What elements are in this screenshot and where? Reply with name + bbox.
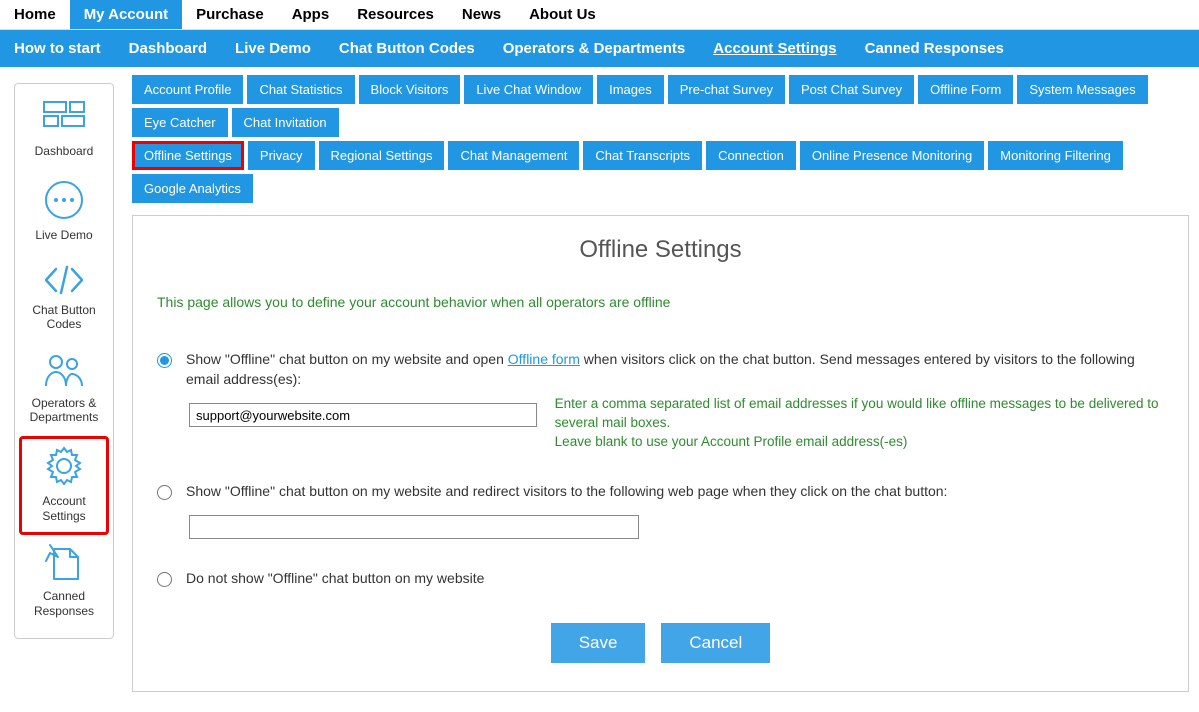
redirect-url-input[interactable] (189, 515, 639, 539)
tab-chat-invitation[interactable]: Chat Invitation (232, 108, 339, 137)
tab-offline-settings[interactable]: Offline Settings (132, 141, 244, 170)
option-offline-form-label: Show "Offline" chat button on my website… (186, 350, 1164, 389)
subnav-live-demo[interactable]: Live Demo (221, 30, 325, 67)
top-nav: HomeMy AccountPurchaseAppsResourcesNewsA… (0, 0, 1199, 30)
topnav-resources[interactable]: Resources (343, 0, 448, 29)
sidebar-item-chat-button-codes[interactable]: Chat Button Codes (15, 255, 113, 344)
subnav-operators-departments[interactable]: Operators & Departments (489, 30, 700, 67)
option-offline-form: Show "Offline" chat button on my website… (157, 350, 1164, 389)
option-redirect-label: Show "Offline" chat button on my website… (186, 482, 1164, 502)
radio-offline-form[interactable] (157, 353, 172, 368)
settings-tabs-row1: Account ProfileChat StatisticsBlock Visi… (132, 75, 1189, 137)
radio-hide[interactable] (157, 572, 172, 587)
tab-images[interactable]: Images (597, 75, 664, 104)
tab-monitoring-filtering[interactable]: Monitoring Filtering (988, 141, 1123, 170)
tab-live-chat-window[interactable]: Live Chat Window (464, 75, 593, 104)
topnav-my-account[interactable]: My Account (70, 0, 182, 29)
tab-regional-settings[interactable]: Regional Settings (319, 141, 445, 170)
tab-system-messages[interactable]: System Messages (1017, 75, 1147, 104)
subnav-how-to-start[interactable]: How to start (0, 30, 115, 67)
topnav-about-us[interactable]: About Us (515, 0, 610, 29)
offline-form-link[interactable]: Offline form (508, 351, 580, 367)
panel-title: Offline Settings (157, 236, 1164, 264)
sidebar-item-label: Live Demo (19, 228, 109, 242)
tab-account-profile[interactable]: Account Profile (132, 75, 243, 104)
tab-block-visitors[interactable]: Block Visitors (359, 75, 461, 104)
content-area: Account ProfileChat StatisticsBlock Visi… (122, 75, 1199, 712)
chat-button-codes-icon (19, 263, 109, 297)
subnav-canned-responses[interactable]: Canned Responses (851, 30, 1018, 67)
topnav-apps[interactable]: Apps (278, 0, 344, 29)
sub-nav: How to startDashboardLive DemoChat Butto… (0, 30, 1199, 67)
operators-departments-icon (19, 352, 109, 390)
option-hide-label: Do not show "Offline" chat button on my … (186, 569, 1164, 589)
subnav-account-settings[interactable]: Account Settings (699, 30, 850, 67)
tab-privacy[interactable]: Privacy (248, 141, 315, 170)
sidebar-item-dashboard[interactable]: Dashboard (15, 92, 113, 170)
subnav-dashboard[interactable]: Dashboard (115, 30, 221, 67)
sidebar-item-label: Canned Responses (19, 589, 109, 618)
sidebar-item-account-settings[interactable]: Account Settings (19, 436, 109, 535)
tab-chat-management[interactable]: Chat Management (448, 141, 579, 170)
offline-settings-panel: Offline Settings This page allows you to… (132, 215, 1189, 692)
canned-responses-icon (19, 543, 109, 583)
dashboard-icon (19, 100, 109, 138)
settings-tabs-row2: Offline SettingsPrivacyRegional Settings… (132, 141, 1189, 203)
topnav-home[interactable]: Home (0, 0, 70, 29)
radio-redirect[interactable] (157, 485, 172, 500)
email-hint: Enter a comma separated list of email ad… (555, 395, 1164, 452)
sidebar: Dashboard Live Demo Chat Button Codes Opera… (14, 83, 114, 639)
sidebar-item-canned-responses[interactable]: Canned Responses (15, 535, 113, 630)
subnav-chat-button-codes[interactable]: Chat Button Codes (325, 30, 489, 67)
tab-offline-form[interactable]: Offline Form (918, 75, 1013, 104)
sidebar-item-label: Operators & Departments (19, 396, 109, 425)
sidebar-item-label: Dashboard (19, 144, 109, 158)
option-hide: Do not show "Offline" chat button on my … (157, 569, 1164, 589)
sidebar-item-operators-departments[interactable]: Operators & Departments (15, 344, 113, 437)
offline-email-input[interactable] (189, 403, 537, 427)
tab-google-analytics[interactable]: Google Analytics (132, 174, 253, 203)
tab-eye-catcher[interactable]: Eye Catcher (132, 108, 228, 137)
tab-post-chat-survey[interactable]: Post Chat Survey (789, 75, 914, 104)
topnav-news[interactable]: News (448, 0, 515, 29)
sidebar-item-live-demo[interactable]: Live Demo (15, 170, 113, 254)
cancel-button[interactable]: Cancel (661, 623, 770, 663)
save-button[interactable]: Save (551, 623, 646, 663)
account-settings-icon (23, 444, 105, 488)
tab-online-presence-monitoring[interactable]: Online Presence Monitoring (800, 141, 984, 170)
option-redirect: Show "Offline" chat button on my website… (157, 482, 1164, 502)
panel-description: This page allows you to define your acco… (157, 294, 1164, 310)
tab-pre-chat-survey[interactable]: Pre-chat Survey (668, 75, 785, 104)
sidebar-item-label: Chat Button Codes (19, 303, 109, 332)
tab-chat-transcripts[interactable]: Chat Transcripts (583, 141, 702, 170)
live-demo-icon (19, 178, 109, 222)
tab-connection[interactable]: Connection (706, 141, 796, 170)
tab-chat-statistics[interactable]: Chat Statistics (247, 75, 354, 104)
topnav-purchase[interactable]: Purchase (182, 0, 278, 29)
sidebar-item-label: Account Settings (23, 494, 105, 523)
